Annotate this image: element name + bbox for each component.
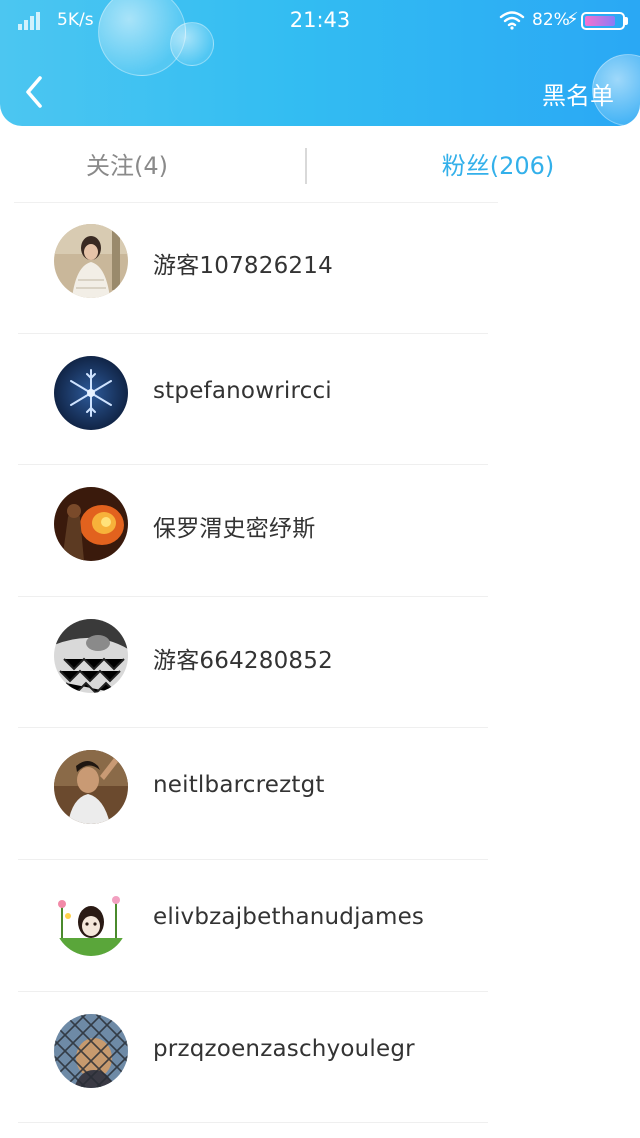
avatar	[54, 618, 128, 693]
list-item[interactable]: 游客107826214	[0, 202, 640, 334]
battery-level	[585, 16, 615, 26]
avatar	[54, 1013, 128, 1088]
list-item[interactable]: 游客664280852	[0, 597, 640, 729]
username: stpefanowrircci	[153, 377, 332, 404]
tab-bar: 关注(4) 粉丝(206)	[0, 126, 640, 204]
list-item[interactable]: stpefanowrircci	[0, 334, 640, 466]
charging-icon: ⚡	[566, 9, 579, 30]
username: elivbzajbethanudjames	[153, 903, 425, 930]
blacklist-button[interactable]: 黑名单	[542, 76, 614, 111]
username: 游客664280852	[153, 647, 333, 674]
avatar	[54, 487, 128, 562]
row-divider	[18, 1122, 488, 1124]
list-item[interactable]: elivbzajbethanudjames	[0, 860, 640, 992]
fans-list: 游客107826214 stpefanowrircci 保罗渭史密纾斯 游客66…	[0, 202, 640, 1124]
battery-percent: 82%	[532, 10, 570, 30]
wifi-icon	[499, 11, 525, 30]
battery-tip	[625, 17, 628, 25]
username: 保罗渭史密纾斯	[153, 516, 316, 543]
list-item[interactable]: neitlbarcreztgt	[0, 728, 640, 860]
avatar	[54, 224, 128, 298]
list-item[interactable]: 保罗渭史密纾斯	[0, 465, 640, 597]
avatar	[54, 750, 128, 825]
back-button[interactable]	[18, 72, 54, 112]
avatar	[54, 355, 128, 430]
fans-list-screen: 5K/s 21:43 82% ⚡ 黑名单 关注(4) 粉丝(206) 游客107…	[0, 0, 640, 1138]
username: neitlbarcreztgt	[153, 772, 325, 799]
tab-following[interactable]: 关注(4)	[20, 126, 234, 204]
status-bar: 5K/s 21:43 82% ⚡	[0, 0, 640, 44]
battery-icon	[581, 12, 625, 30]
chevron-left-icon	[26, 76, 42, 108]
username: 游客107826214	[153, 253, 333, 279]
avatar	[54, 881, 128, 956]
top-header: 5K/s 21:43 82% ⚡ 黑名单	[0, 0, 640, 126]
tab-divider	[305, 148, 307, 184]
username: przqzoenzaschyoulegr	[153, 1035, 415, 1062]
list-item[interactable]: przqzoenzaschyoulegr	[0, 992, 640, 1124]
tab-fans[interactable]: 粉丝(206)	[390, 126, 606, 204]
